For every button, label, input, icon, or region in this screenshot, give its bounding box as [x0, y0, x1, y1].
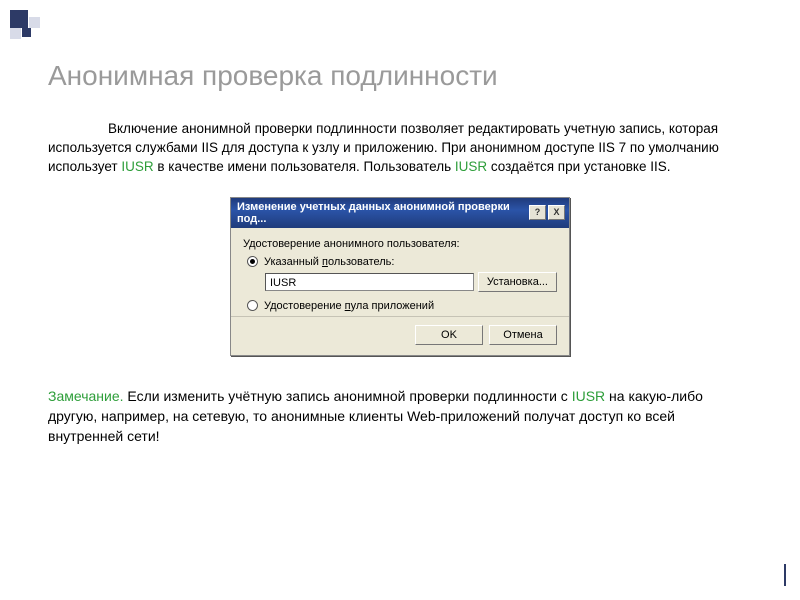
dialog-title: Изменение учетных данных анонимной прове…: [237, 201, 529, 225]
slide-corner-decor: [10, 10, 40, 39]
identity-label: Удостоверение анонимного пользователя:: [243, 238, 557, 250]
intro-paragraph: Включение анонимной проверки подлинности…: [48, 120, 752, 177]
radio-label: Удостоверение пула приложений: [264, 300, 434, 312]
note-label: Замечание.: [48, 388, 124, 404]
user-input[interactable]: IUSR: [265, 273, 474, 291]
iusr-term: IUSR: [572, 388, 605, 404]
cancel-button[interactable]: Отмена: [489, 325, 557, 345]
radio-label: Указанный пользователь:: [264, 256, 394, 268]
radio-icon: [247, 300, 258, 311]
slide-title: Анонимная проверка подлинности: [48, 60, 752, 92]
set-button[interactable]: Установка...: [478, 272, 557, 292]
iusr-term: IUSR: [455, 159, 487, 174]
note-paragraph: Замечание. Если изменить учётную запись …: [48, 386, 752, 447]
radio-app-pool-identity[interactable]: Удостоверение пула приложений: [247, 300, 557, 312]
credentials-dialog: Изменение учетных данных анонимной прове…: [230, 197, 570, 356]
ok-button[interactable]: OK: [415, 325, 483, 345]
dialog-titlebar: Изменение учетных данных анонимной прове…: [231, 198, 569, 228]
iusr-term: IUSR: [121, 159, 153, 174]
radio-icon: [247, 256, 258, 267]
close-button[interactable]: X: [548, 205, 565, 220]
slide-footer-accent: [784, 564, 786, 586]
help-button[interactable]: ?: [529, 205, 546, 220]
radio-specified-user[interactable]: Указанный пользователь:: [247, 256, 557, 268]
